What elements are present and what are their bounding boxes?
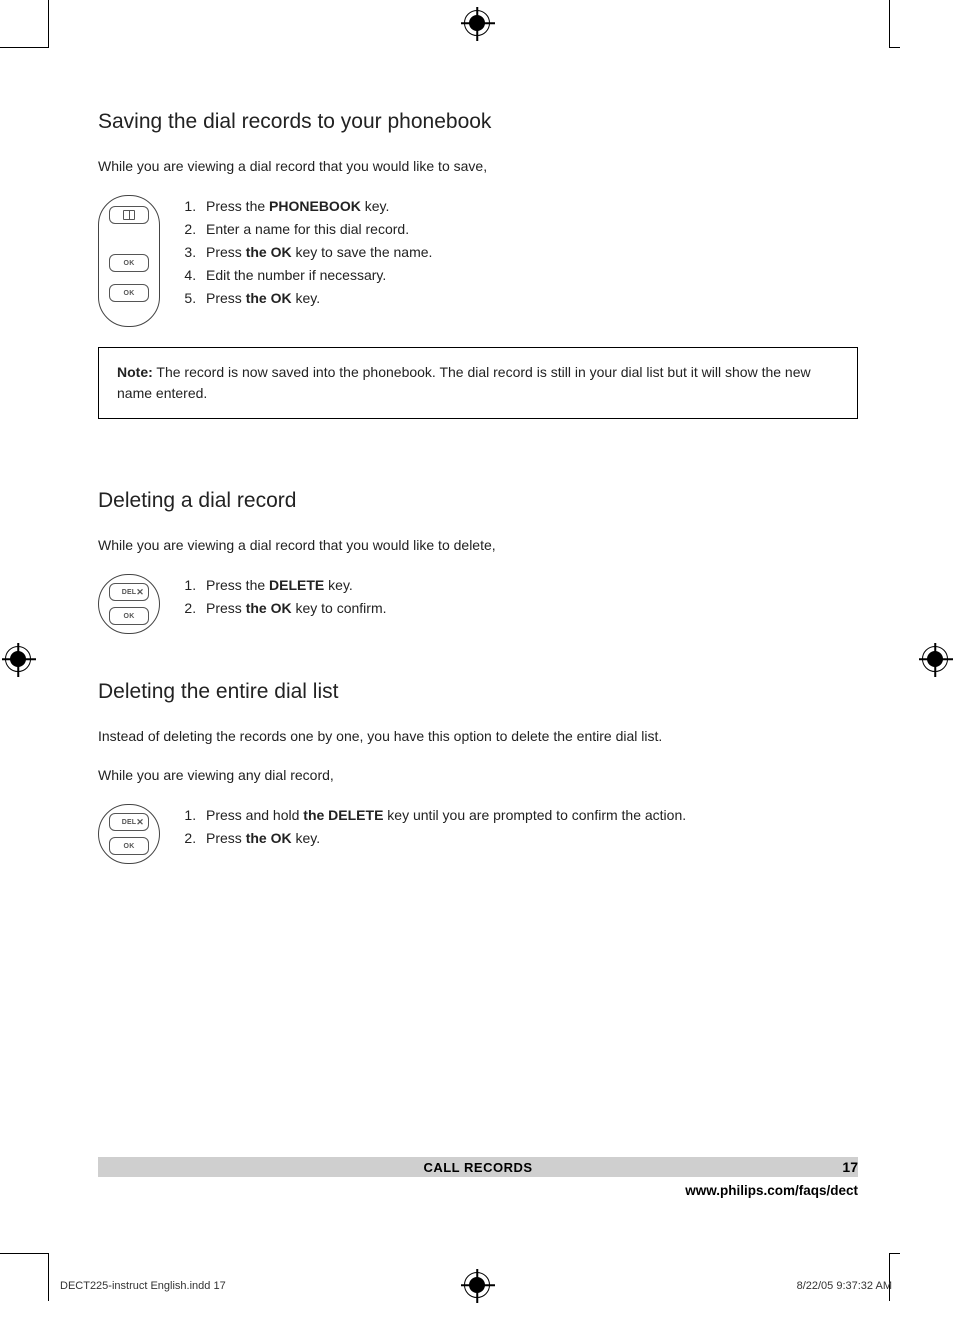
section-intro: While you are viewing any dial record, <box>98 765 858 786</box>
section-intro: While you are viewing a dial record that… <box>98 156 858 177</box>
page-footer: CALL RECORDS 17 www.philips.com/faqs/dec… <box>98 1157 858 1198</box>
section-intro: Instead of deleting the records one by o… <box>98 726 858 747</box>
delete-key-icon: DEL✕ <box>109 583 149 601</box>
key-capsule-icon: OK OK <box>98 195 160 327</box>
ok-key-icon: OK <box>109 607 149 625</box>
list-item: Press the OK key. <box>200 827 686 850</box>
key-capsule-icon: DEL✕ OK <box>98 574 160 634</box>
crop-mark-icon <box>889 0 890 48</box>
registration-mark-icon <box>464 10 490 36</box>
registration-mark-icon <box>922 646 948 672</box>
ok-key-icon: OK <box>109 254 149 272</box>
crop-mark-icon <box>48 1253 49 1301</box>
crop-mark-icon <box>48 0 49 48</box>
crop-mark-icon <box>0 1253 48 1254</box>
delete-key-icon: DEL✕ <box>109 813 149 831</box>
ok-key-icon: OK <box>109 837 149 855</box>
section-heading: Saving the dial records to your phoneboo… <box>98 110 858 134</box>
instruction-block: DEL✕ OK Press the DELETE key. Press the … <box>98 574 858 634</box>
list-item: Press the DELETE key. <box>200 574 387 597</box>
step-list: Press the DELETE key. Press the OK key t… <box>178 574 387 620</box>
ok-key-icon: OK <box>109 284 149 302</box>
crop-mark-icon <box>0 47 48 48</box>
slug-timestamp: 8/22/05 9:37:32 AM <box>797 1280 892 1292</box>
list-item: Press the OK key to save the name. <box>200 241 432 264</box>
footer-bar: CALL RECORDS <box>98 1157 858 1177</box>
list-item: Press and hold the DELETE key until you … <box>200 804 686 827</box>
slug-filename: DECT225-instruct English.indd 17 <box>60 1280 226 1292</box>
registration-mark-icon <box>5 646 31 672</box>
step-list: Press the PHONEBOOK key. Enter a name fo… <box>178 195 432 310</box>
note-box: Note: The record is now saved into the p… <box>98 347 858 419</box>
phonebook-key-icon <box>109 206 149 224</box>
list-item: Press the OK key. <box>200 287 432 310</box>
section-heading: Deleting a dial record <box>98 489 858 513</box>
note-label: Note: <box>117 364 153 380</box>
crop-mark-icon <box>889 1253 890 1301</box>
page-number: 17 <box>842 1157 858 1177</box>
list-item: Press the OK key to confirm. <box>200 597 387 620</box>
crop-mark-icon <box>890 1253 900 1254</box>
list-item: Enter a name for this dial record. <box>200 218 432 241</box>
page: Saving the dial records to your phoneboo… <box>0 0 954 1317</box>
footer-url: www.philips.com/faqs/dect <box>98 1183 858 1198</box>
step-list: Press and hold the DELETE key until you … <box>178 804 686 850</box>
section-intro: While you are viewing a dial record that… <box>98 535 858 556</box>
list-item: Edit the number if necessary. <box>200 264 432 287</box>
instruction-block: OK OK Press the PHONEBOOK key. Enter a n… <box>98 195 858 327</box>
crop-mark-icon <box>890 47 900 48</box>
page-content: Saving the dial records to your phoneboo… <box>98 110 858 884</box>
slug-line: DECT225-instruct English.indd 17 8/22/05… <box>60 1280 892 1292</box>
list-item: Press the PHONEBOOK key. <box>200 195 432 218</box>
note-body: The record is now saved into the phonebo… <box>117 364 811 401</box>
instruction-block: DEL✕ OK Press and hold the DELETE key un… <box>98 804 858 864</box>
section-heading: Deleting the entire dial list <box>98 680 858 704</box>
key-capsule-icon: DEL✕ OK <box>98 804 160 864</box>
